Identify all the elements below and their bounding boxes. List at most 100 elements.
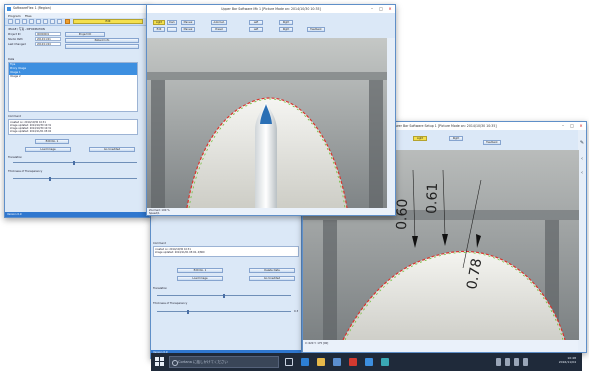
field-label-2: Studio Path <box>8 38 23 41</box>
back-pos-label: Translation <box>153 287 168 290</box>
back-edit-button[interactable]: Edit No. 1 <box>177 268 223 273</box>
main-window-title: SoftwareFlex 1 (Region) <box>13 6 52 10</box>
main-status-text: Version 0.9 <box>7 212 22 216</box>
menu-program[interactable]: Program <box>8 14 21 18</box>
toggle-manual[interactable]: Manual <box>181 20 195 25</box>
back-details-title: Comment <box>153 242 166 245</box>
bottom-toggle-light[interactable]: Light <box>413 136 427 141</box>
field-input-2[interactable]: 2014/11/01 <box>35 37 61 41</box>
load-image-button[interactable]: Load Image <box>25 147 71 152</box>
back-trans-slider[interactable] <box>157 309 291 314</box>
top-image-window: Upper Bar Software Mk 1 [Picture Mode on… <box>146 4 396 216</box>
store-icon[interactable] <box>333 358 341 366</box>
back-window: Comment created on: 2014/10/30 10:31 ima… <box>150 214 302 359</box>
toggle-manual-2[interactable]: Manual <box>181 27 195 32</box>
edit-button[interactable]: Edit <box>73 19 143 24</box>
edit-no-button[interactable]: Edit No. 1 <box>35 139 69 144</box>
toggle-blank[interactable] <box>167 27 177 32</box>
toggle-right-2[interactable]: Right <box>279 27 293 32</box>
clock[interactable]: 10:48 2016/11/04 <box>559 356 576 364</box>
task-view-icon[interactable] <box>285 358 293 366</box>
windows-start-icon[interactable] <box>155 357 164 366</box>
main-status-bar: Version 0.9 <box>5 212 149 217</box>
bottom-toggle-feedback[interactable]: Feedback <box>483 140 501 145</box>
file-explorer-icon[interactable] <box>317 358 325 366</box>
app-teal-icon[interactable] <box>381 358 389 366</box>
trans-label: Thickness of Transparency <box>8 170 43 173</box>
taskbar: Cortana に話しかけてください 10:48 2016/11/04 <box>151 353 582 371</box>
list-item-4[interactable]: Image 2 <box>9 75 137 79</box>
back-trans-label: Thickness of Transparency <box>153 302 188 305</box>
close-icon[interactable]: × <box>578 123 584 128</box>
open-icon[interactable] <box>15 19 20 24</box>
toggle-left-2[interactable]: Left <box>249 27 263 32</box>
patient-info-button[interactable]: Patient Info <box>65 38 139 43</box>
data-list[interactable]: Tips Proxy Image Image 1 Image 2 <box>8 62 138 112</box>
bottom-toggle-right[interactable]: Right <box>449 136 463 141</box>
chevron-left-icon[interactable]: ‹ <box>579 156 585 162</box>
help-icon[interactable] <box>57 19 62 24</box>
top-image-window-title: Upper Bar Software Mk 1 [Picture Mode on… <box>221 6 321 11</box>
details-box: created on: 2014/10/30 10:31 image updat… <box>8 119 138 135</box>
tray-battery-icon[interactable] <box>514 358 519 366</box>
toggle-right[interactable]: Right <box>279 20 293 25</box>
toggle-edit[interactable]: Edit <box>153 27 165 32</box>
edge-browser-icon[interactable] <box>301 358 309 366</box>
save-icon[interactable] <box>22 19 27 24</box>
tray-network-icon[interactable] <box>496 358 501 366</box>
top-scrollbar[interactable] <box>387 38 395 208</box>
pos-slider[interactable] <box>13 160 137 165</box>
pos-label: Translation <box>8 156 23 159</box>
back-load-button[interactable]: Load Image <box>177 276 223 281</box>
back-pos-slider[interactable] <box>157 293 291 298</box>
top-image-toolbar: Light Dark Manual Automat. Left Right Ed… <box>147 13 395 39</box>
app-blue-icon[interactable] <box>365 358 373 366</box>
minimize-icon[interactable]: – <box>369 6 375 11</box>
toggle-preset[interactable]: Preset <box>211 27 227 32</box>
new-icon[interactable] <box>8 19 13 24</box>
back-cancel-button[interactable]: Go Unedited <box>249 276 295 281</box>
toggle-automat[interactable]: Automat. <box>211 20 227 25</box>
field-input-3[interactable]: 2016/11/04 <box>35 42 61 46</box>
back-detail-line-2: image updated: 2014/11/01 05:02, 4/800 <box>155 251 205 254</box>
toggle-left[interactable]: Left <box>249 20 263 25</box>
tray-ime-icon[interactable] <box>523 358 528 366</box>
bottom-side-bar: ✎ ‹ ‹ <box>578 130 586 352</box>
search-input[interactable]: Cortana に話しかけてください <box>169 356 279 368</box>
image-section-title: IMAGE / 写真 - INFORMATION <box>8 28 45 31</box>
maximize-icon[interactable]: □ <box>569 123 575 128</box>
bottom-status-left: X: 620 Y: 175 [00] <box>305 342 329 345</box>
maximize-icon[interactable]: □ <box>378 6 384 11</box>
measurement-1: 0.60 <box>394 198 411 230</box>
toggle-dark[interactable]: Dark <box>167 20 177 25</box>
trans-slider[interactable] <box>13 176 137 181</box>
app-icon <box>7 6 11 11</box>
minimize-icon[interactable]: – <box>560 123 566 128</box>
app-red-icon[interactable] <box>349 358 357 366</box>
details-title: Comment <box>8 115 21 118</box>
settings-icon[interactable] <box>50 19 55 24</box>
toggle-feedback[interactable]: Feedback <box>307 27 325 32</box>
project-id-button[interactable]: Project ID <box>65 32 105 37</box>
back-details-box: created on: 2014/10/30 10:31 image updat… <box>153 246 299 257</box>
tray-volume-icon[interactable] <box>505 358 510 366</box>
close-icon[interactable]: × <box>387 6 393 11</box>
chevron-left-icon-2[interactable]: ‹ <box>579 170 585 176</box>
print-icon[interactable] <box>29 19 34 24</box>
menu-files[interactable]: Files <box>25 14 32 18</box>
top-status-right: Speed/1 <box>149 212 160 215</box>
clock-date: 2016/11/04 <box>558 360 576 364</box>
pencil-icon[interactable]: ✎ <box>579 140 585 146</box>
copy-icon[interactable] <box>36 19 41 24</box>
paste-icon[interactable] <box>43 19 48 24</box>
orange-action-icon[interactable] <box>65 19 70 24</box>
go-unedited-button[interactable]: Go Unedited <box>89 147 135 152</box>
main-window: SoftwareFlex 1 (Region) Program Files Ed… <box>4 4 150 218</box>
field-label-1: Project ID <box>8 33 21 36</box>
back-delete-button[interactable]: Delete Data <box>249 268 295 273</box>
field-input-1[interactable]: 00000001 <box>35 32 61 36</box>
blank-button[interactable] <box>65 44 139 49</box>
detail-line-4: image updated: 2014/11/01 05:02 <box>10 130 52 133</box>
toggle-light[interactable]: Light <box>153 20 165 25</box>
top-photo-area[interactable] <box>147 38 387 208</box>
